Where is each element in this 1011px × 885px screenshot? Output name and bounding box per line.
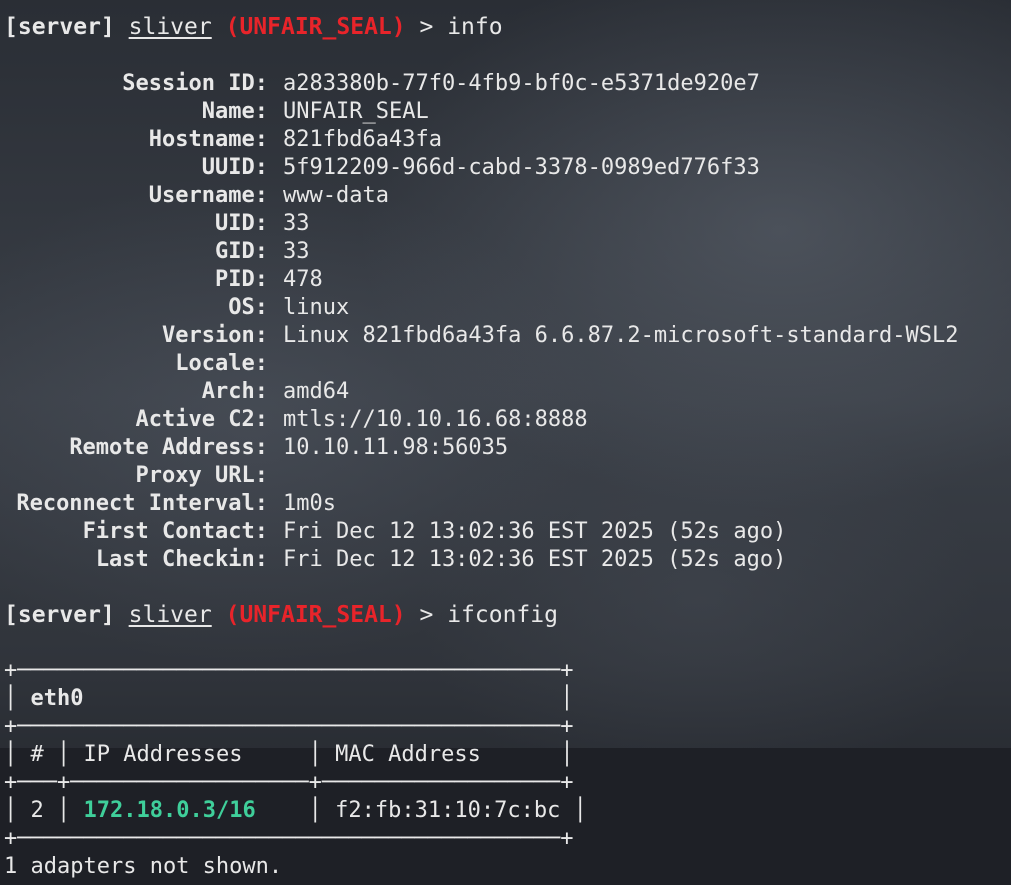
- info-label: Locale:: [175, 351, 268, 376]
- prompt-arrow: >: [419, 14, 434, 40]
- table-interface-row: │ eth0 │: [4, 686, 574, 711]
- header-ip: IP Addresses: [83, 742, 243, 767]
- info-value: amd64: [283, 379, 350, 404]
- prompt-session: (UNFAIR_SEAL): [225, 14, 406, 40]
- info-row: OS: linux: [4, 293, 1009, 321]
- command-ifconfig: ifconfig: [447, 602, 558, 628]
- header-index: #: [30, 742, 44, 767]
- info-row: Last Checkin: Fri Dec 12 13:02:36 EST 202…: [4, 545, 1009, 573]
- adapters-footer: 1 adapters not shown.: [4, 854, 283, 879]
- info-label: First Contact:: [82, 519, 268, 544]
- terminal-output[interactable]: [server] sliver (UNFAIR_SEAL) > info Ses…: [4, 13, 1009, 881]
- table-border-bottom: +───────────────────────────────────────…: [4, 826, 574, 851]
- info-label: PID:: [215, 267, 268, 292]
- interface-name: eth0: [30, 686, 84, 711]
- info-row: First Contact: Fri Dec 12 13:02:36 EST 20…: [4, 517, 1009, 545]
- info-value: mtls://10.10.16.68:8888: [283, 407, 588, 432]
- info-label: Version:: [162, 323, 268, 348]
- table-border-mid: +───+──────────────────+────────────────…: [4, 770, 574, 795]
- info-value: 10.10.11.98:56035: [283, 435, 509, 460]
- info-row: Remote Address: 10.10.11.98:56035: [4, 433, 1009, 461]
- info-row: Active C2: mtls://10.10.16.68:8888: [4, 405, 1009, 433]
- info-row: Proxy URL:: [4, 461, 1009, 489]
- info-row: PID: 478: [4, 265, 1009, 293]
- prompt-line-ifconfig: [server] sliver (UNFAIR_SEAL) > ifconfig: [4, 601, 1009, 629]
- info-value: 821fbd6a43fa: [283, 127, 442, 152]
- prompt-line-info: [server] sliver (UNFAIR_SEAL) > info: [4, 13, 1009, 41]
- info-value: UNFAIR_SEAL: [283, 99, 429, 124]
- info-label: Session ID:: [122, 71, 268, 96]
- info-label: Last Checkin:: [95, 547, 268, 572]
- prompt-arrow: >: [419, 602, 434, 628]
- info-value: [268, 463, 283, 488]
- info-label: GID:: [215, 239, 268, 264]
- info-value: linux: [283, 295, 350, 320]
- info-row: Name: UNFAIR_SEAL: [4, 97, 1009, 125]
- prompt-app: sliver: [128, 602, 212, 628]
- table-border-header: +───────────────────────────────────────…: [4, 714, 574, 739]
- info-row: UID: 33: [4, 209, 1009, 237]
- row-mac: f2:fb:31:10:7c:bc: [335, 798, 561, 823]
- info-row: GID: 33: [4, 237, 1009, 265]
- info-label: Username:: [148, 183, 268, 208]
- info-value: a283380b-77f0-4fb9-bf0c-e5371de920e7: [283, 71, 760, 96]
- prompt-session: (UNFAIR_SEAL): [225, 602, 406, 628]
- info-label: OS:: [228, 295, 268, 320]
- command-info: info: [447, 14, 503, 40]
- info-value: 33: [283, 211, 310, 236]
- info-label: Name:: [201, 99, 268, 124]
- info-label: Remote Address:: [69, 435, 268, 460]
- info-label: Reconnect Interval:: [16, 491, 268, 516]
- info-row: Version: Linux 821fbd6a43fa 6.6.87.2-micr…: [4, 321, 1009, 349]
- session-info-block: Session ID: a283380b-77f0-4fb9-bf0c-e5371…: [4, 69, 1009, 573]
- info-row: Session ID: a283380b-77f0-4fb9-bf0c-e5371…: [4, 69, 1009, 97]
- table-header-row: │ # │ IP Addresses │ MAC Address │: [4, 742, 574, 767]
- info-value: 478: [283, 267, 323, 292]
- info-row: Reconnect Interval: 1m0s: [4, 489, 1009, 517]
- info-label: UUID:: [201, 155, 268, 180]
- info-row: Arch: amd64: [4, 377, 1009, 405]
- header-mac: MAC Address: [335, 742, 481, 767]
- info-row: Username: www-data: [4, 181, 1009, 209]
- info-label: Active C2:: [135, 407, 268, 432]
- info-value: [268, 351, 283, 376]
- info-row: Hostname: 821fbd6a43fa: [4, 125, 1009, 153]
- info-row: UUID: 5f912209-966d-cabd-3378-0989ed776f3…: [4, 153, 1009, 181]
- info-value: 5f912209-966d-cabd-3378-0989ed776f33: [283, 155, 760, 180]
- prompt-server: [server]: [4, 602, 115, 628]
- info-value: www-data: [283, 183, 389, 208]
- info-value: Fri Dec 12 13:02:36 EST 2025 (52s ago): [283, 547, 787, 572]
- info-value: 33: [283, 239, 310, 264]
- info-value: Linux 821fbd6a43fa 6.6.87.2-microsoft-st…: [283, 323, 959, 348]
- info-row: Locale:: [4, 349, 1009, 377]
- info-label: UID:: [215, 211, 268, 236]
- info-label: Arch:: [201, 379, 268, 404]
- row-index: 2: [30, 798, 44, 823]
- table-row: │ 2 │ 172.18.0.3/16 │ f2:fb:31:10:7c:bc …: [4, 798, 587, 823]
- table-border-top: +───────────────────────────────────────…: [4, 658, 574, 683]
- ifconfig-table: +───────────────────────────────────────…: [4, 657, 1009, 853]
- prompt-server: [server]: [4, 14, 115, 40]
- info-value: 1m0s: [283, 491, 336, 516]
- info-label: Proxy URL:: [135, 463, 268, 488]
- prompt-app: sliver: [128, 14, 212, 40]
- info-label: Hostname:: [148, 127, 268, 152]
- info-value: Fri Dec 12 13:02:36 EST 2025 (52s ago): [283, 519, 787, 544]
- row-ip: 172.18.0.3/16: [83, 798, 256, 823]
